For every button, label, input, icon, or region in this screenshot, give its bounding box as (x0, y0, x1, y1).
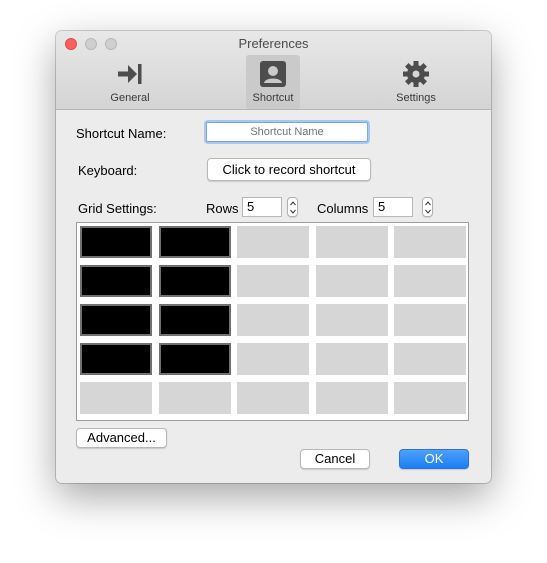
grid-cell[interactable] (158, 304, 231, 336)
stepper-arrows-icon (290, 201, 296, 214)
grid-cell[interactable] (394, 226, 466, 258)
grid-cell[interactable] (394, 382, 466, 414)
grid-cell[interactable] (237, 304, 309, 336)
grid-settings-label: Grid Settings: (78, 201, 157, 216)
gear-icon (403, 61, 429, 87)
tab-settings-label: Settings (396, 92, 436, 104)
columns-stepper[interactable] (422, 197, 433, 217)
grid-cell[interactable] (237, 343, 309, 375)
shortcut-name-input[interactable] (206, 122, 368, 142)
tab-shortcut[interactable]: Shortcut (246, 55, 300, 109)
tab-general-label: General (110, 92, 150, 104)
advanced-button[interactable]: Advanced... (76, 428, 167, 448)
grid-cell[interactable] (237, 382, 309, 414)
cancel-button[interactable]: Cancel (300, 449, 370, 469)
grid-cell[interactable] (315, 382, 388, 414)
grid-cell[interactable] (394, 265, 466, 297)
shortcut-name-label: Shortcut Name: (76, 126, 167, 141)
grid-cell[interactable] (315, 343, 388, 375)
keyboard-label: Keyboard: (78, 163, 138, 178)
titlebar: Preferences General Shortcut Settings (56, 31, 491, 110)
grid-cell[interactable] (80, 304, 152, 336)
rows-stepper[interactable] (287, 197, 298, 217)
tab-shortcut-label: Shortcut (252, 92, 294, 104)
rows-field[interactable]: 5 (242, 197, 282, 217)
grid-cell[interactable] (394, 304, 466, 336)
grid-cell[interactable] (237, 265, 309, 297)
tab-general[interactable]: General (103, 55, 157, 109)
preferences-window: Preferences General Shortcut Settings Sh… (56, 31, 491, 483)
grid-cell[interactable] (394, 343, 466, 375)
window-title: Preferences (238, 36, 309, 51)
grid-cell[interactable] (80, 382, 152, 414)
grid-cell[interactable] (315, 304, 388, 336)
ok-button[interactable]: OK (399, 449, 469, 469)
grid-cell[interactable] (80, 343, 152, 375)
record-shortcut-button[interactable]: Click to record shortcut (207, 158, 371, 181)
grid-cell[interactable] (158, 226, 231, 258)
arrow-to-line-icon (118, 64, 142, 84)
columns-field[interactable]: 5 (373, 197, 413, 217)
tab-settings[interactable]: Settings (389, 55, 443, 109)
rows-label: Rows (206, 201, 239, 216)
grid-cell[interactable] (80, 265, 152, 297)
grid-cell[interactable] (80, 226, 152, 258)
grid-cell[interactable] (315, 226, 388, 258)
grid-cell[interactable] (315, 265, 388, 297)
contact-card-icon (260, 61, 286, 87)
grid-cell[interactable] (158, 265, 231, 297)
grid-cell[interactable] (237, 226, 309, 258)
layout-grid (76, 222, 469, 421)
stepper-arrows-icon (425, 201, 431, 214)
grid-cell[interactable] (158, 382, 231, 414)
grid-cell[interactable] (158, 343, 231, 375)
columns-label: Columns (317, 201, 369, 216)
